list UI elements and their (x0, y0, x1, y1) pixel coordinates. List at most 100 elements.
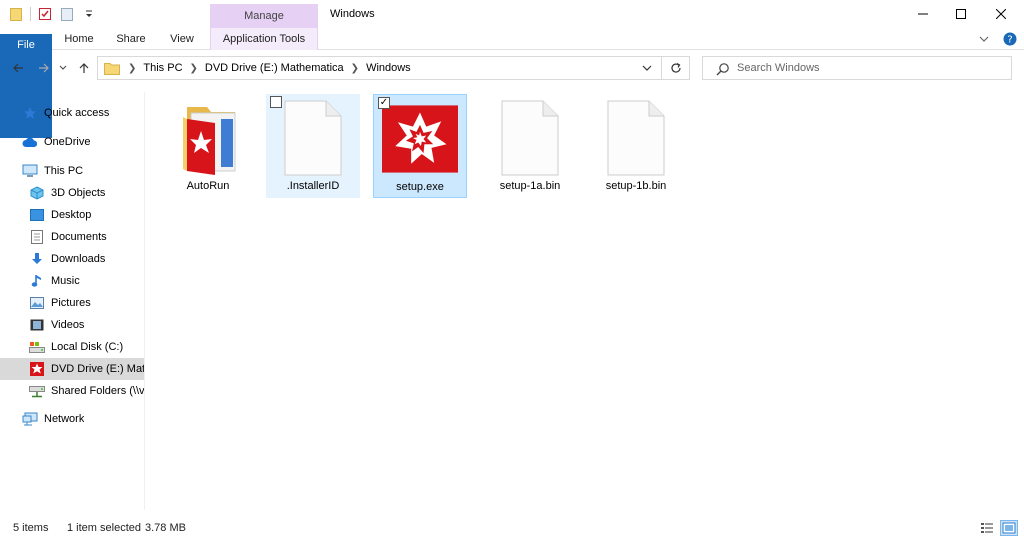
sidebar-item-label: Quick access (44, 107, 110, 119)
sidebar-item-label: OneDrive (44, 136, 91, 148)
sidebar-item-label: Videos (51, 319, 85, 331)
customize-toolbar-icon[interactable] (81, 6, 97, 22)
computer-icon (22, 163, 38, 179)
minimize-icon (918, 13, 928, 15)
music-icon (29, 273, 45, 289)
mathematica-icon (29, 361, 45, 377)
manage-context-tab[interactable]: Manage (210, 4, 318, 28)
maximize-icon (956, 9, 966, 19)
refresh-button[interactable] (661, 57, 689, 79)
sidebar-item-this-pc[interactable]: This PC (22, 160, 144, 182)
video-icon (29, 317, 45, 333)
sidebar-item-videos[interactable]: Videos (29, 314, 144, 336)
file-item-installerid[interactable]: .InstallerID (266, 94, 360, 198)
sidebar-item-downloads[interactable]: Downloads (29, 248, 144, 270)
breadcrumb-dvd-drive[interactable]: DVD Drive (E:) Mathematica (205, 62, 344, 74)
properties-icon[interactable] (37, 6, 53, 22)
sidebar-item-label: This PC (44, 165, 84, 177)
large-icons-view-icon (1002, 522, 1016, 534)
tab-view[interactable]: View (162, 28, 202, 50)
new-folder-icon[interactable] (59, 6, 75, 22)
file-item-autorun[interactable]: AutoRun (161, 94, 255, 198)
arrow-left-icon (13, 63, 23, 73)
selection-checkbox[interactable] (270, 96, 282, 108)
selection-size: 3.78 MB (145, 522, 186, 534)
folder-icon[interactable] (8, 6, 24, 22)
address-bar[interactable]: ❯ This PC ❯ DVD Drive (E:) Mathematica ❯… (97, 56, 690, 80)
download-icon (29, 251, 45, 267)
sidebar-item-dvd-drive[interactable]: DVD Drive (E:) Mathematica (0, 358, 144, 380)
close-button[interactable] (978, 0, 1024, 28)
file-list[interactable]: AutoRun .InstallerID ✓ setup.exe setup-1… (147, 88, 1024, 508)
network-icon (22, 411, 38, 427)
breadcrumb-windows[interactable]: Windows (366, 62, 411, 74)
file-name: .InstallerID (286, 180, 340, 192)
status-bar: 5 items 1 item selected 3.78 MB (0, 518, 1024, 540)
tab-application-tools[interactable]: Application Tools (210, 28, 318, 50)
help-button[interactable]: ? (1002, 31, 1018, 47)
tab-share[interactable]: Share (110, 28, 152, 50)
sidebar-item-3d-objects[interactable]: 3D Objects (29, 182, 144, 204)
folder-icon (104, 60, 120, 76)
expand-ribbon-button[interactable] (976, 31, 992, 47)
sidebar-item-label: Pictures (51, 297, 91, 309)
sidebar-item-quick-access[interactable]: Quick access (22, 102, 144, 124)
navigation-bar: ❯ This PC ❯ DVD Drive (E:) Mathematica ❯… (0, 54, 1024, 82)
back-button[interactable] (8, 58, 28, 78)
file-item-setup-1a-bin[interactable]: setup-1a.bin (483, 94, 577, 198)
sidebar-item-local-disk[interactable]: Local Disk (C:) (29, 336, 144, 358)
sidebar-item-pictures[interactable]: Pictures (29, 292, 144, 314)
disk-icon (29, 339, 45, 355)
svg-text:?: ? (1007, 35, 1012, 46)
sidebar-item-label: 3D Objects (51, 187, 106, 199)
sidebar-item-label: Documents (51, 231, 107, 243)
blank-file-icon (275, 100, 351, 176)
ribbon-tabs: File Home Share View Application Tools ? (0, 28, 1024, 138)
ribbon-controls: ? (976, 31, 1018, 47)
file-item-setup-exe[interactable]: ✓ setup.exe (373, 94, 467, 198)
chevron-down-icon (59, 65, 67, 70)
selection-count: 1 item selected (67, 522, 141, 534)
search-input[interactable] (737, 59, 997, 77)
network-drive-icon (29, 383, 45, 399)
file-item-setup-1b-bin[interactable]: setup-1b.bin (589, 94, 683, 198)
sidebar-item-documents[interactable]: Documents (29, 226, 144, 248)
sidebar-item-shared-folders[interactable]: Shared Folders (\\vmware-host) (29, 380, 144, 402)
autorun-folder-icon (170, 100, 246, 176)
forward-button[interactable] (34, 58, 54, 78)
chevron-right-icon[interactable]: ❯ (351, 63, 359, 74)
arrow-up-icon (79, 63, 89, 73)
recent-locations-button[interactable] (56, 58, 70, 78)
sidebar-item-label: Downloads (51, 253, 106, 265)
sidebar-item-label: Desktop (51, 209, 92, 221)
up-button[interactable] (74, 58, 94, 78)
sidebar-item-label: Network (44, 413, 85, 425)
address-history-button[interactable] (639, 60, 655, 76)
sidebar-item-network[interactable]: Network (22, 408, 144, 430)
large-icons-view-button[interactable] (1000, 520, 1018, 536)
selection-checkbox[interactable]: ✓ (378, 97, 390, 109)
title-bar: Manage Windows (0, 0, 1024, 28)
details-view-button[interactable] (978, 520, 996, 536)
sidebar-item-label: Local Disk (C:) (51, 341, 124, 353)
tab-home[interactable]: Home (58, 28, 100, 50)
sidebar-item-onedrive[interactable]: OneDrive (22, 131, 144, 153)
toolbar-divider (30, 7, 31, 21)
sidebar-item-desktop[interactable]: Desktop (29, 204, 144, 226)
view-switcher (978, 520, 1018, 536)
file-name: setup-1a.bin (499, 180, 561, 192)
search-icon (715, 61, 731, 77)
blank-file-icon (598, 100, 674, 176)
chevron-right-icon[interactable]: ❯ (190, 63, 198, 74)
search-box[interactable] (702, 56, 1012, 80)
sidebar-item-music[interactable]: Music (29, 270, 144, 292)
navigation-pane[interactable]: Quick access OneDrive This PC 3D Objects… (0, 92, 145, 510)
desktop-icon (29, 207, 45, 223)
blank-file-icon (492, 100, 568, 176)
star-icon (22, 105, 38, 121)
sidebar-item-label: Shared Folders (\\vmware-host) (51, 385, 144, 397)
help-icon: ? (1003, 32, 1017, 46)
breadcrumb-this-pc[interactable]: This PC (143, 62, 182, 74)
close-icon (996, 9, 1006, 19)
item-count: 5 items (13, 522, 49, 534)
